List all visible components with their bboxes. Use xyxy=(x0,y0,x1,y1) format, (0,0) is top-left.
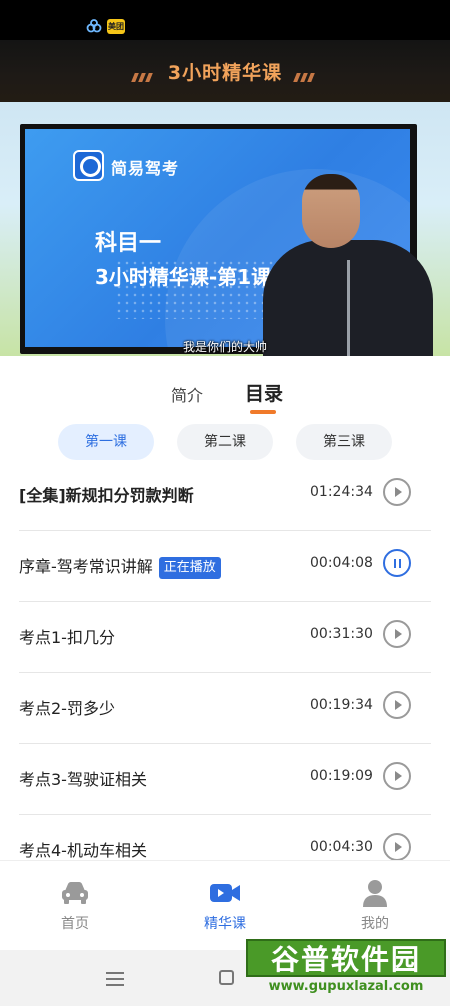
chapter-duration: 00:04:08 xyxy=(310,555,373,571)
lesson-pill-2[interactable]: 第二课 xyxy=(177,424,273,460)
video-player[interactable]: 简易驾考 科目一 3小时精华课-第1课 我是你们的大帅 xyxy=(0,102,450,358)
title-decoration-right xyxy=(293,67,317,82)
chapter-title: [全集]新规扣分罚款判断 xyxy=(19,486,194,505)
baidu-app-icon xyxy=(86,19,102,33)
menu-icon[interactable] xyxy=(106,972,124,986)
home-icon[interactable] xyxy=(219,970,234,985)
active-tab-indicator xyxy=(250,410,276,414)
play-icon[interactable] xyxy=(383,620,411,648)
play-icon[interactable] xyxy=(383,691,411,719)
user-icon xyxy=(363,880,387,907)
lesson-pill-3[interactable]: 第三课 xyxy=(296,424,392,460)
meituan-app-icon: 美团 xyxy=(107,19,125,34)
chapter-title: 考点4-机动车相关 xyxy=(19,841,147,860)
chapter-title-wrap: 序章-驾考常识讲解 正在播放 xyxy=(19,553,221,579)
chapter-duration: 00:04:30 xyxy=(310,839,373,855)
watermark-url: www.gupuxlazal.com xyxy=(268,979,424,994)
chapter-row[interactable]: 考点4-机动车相关 00:04:30 xyxy=(19,815,431,860)
chapter-title: 考点2-罚多少 xyxy=(19,699,115,718)
chapter-row[interactable]: 考点1-扣几分 00:31:30 xyxy=(19,602,431,673)
header: 3小时精华课 xyxy=(0,40,450,102)
chapter-title: 考点3-驾驶证相关 xyxy=(19,770,147,789)
play-icon[interactable] xyxy=(383,478,411,506)
course-content: 简介 目录 第一课 第二课 第三课 [全集]新规扣分罚款判断 01:24:34 … xyxy=(0,362,450,860)
nav-home[interactable]: 首页 xyxy=(0,861,150,951)
page-title: 3小时精华课 xyxy=(167,62,283,84)
status-bar: 美团 xyxy=(0,0,450,40)
chapter-duration: 00:31:30 xyxy=(310,626,373,642)
slide-title-line1: 科目一 xyxy=(95,231,162,256)
pause-icon[interactable] xyxy=(383,549,411,577)
tab-catalog[interactable]: 目录 xyxy=(245,379,283,406)
video-subtitle: 我是你们的大帅 xyxy=(182,340,267,354)
lesson-pill-1[interactable]: 第一课 xyxy=(58,424,154,460)
steering-wheel-logo-icon xyxy=(73,150,104,181)
chapter-row[interactable]: 序章-驾考常识讲解 正在播放 00:04:08 xyxy=(19,531,431,602)
slide-title-line2: 3小时精华课-第1课 xyxy=(95,265,272,289)
tab-intro[interactable]: 简介 xyxy=(171,382,203,406)
nav-profile-label: 我的 xyxy=(361,916,389,932)
chapter-duration: 00:19:34 xyxy=(310,697,373,713)
chapter-row[interactable]: 考点2-罚多少 00:19:34 xyxy=(19,673,431,744)
watermark-title: 谷普软件园 xyxy=(246,939,446,977)
chapter-row[interactable]: 考点3-驾驶证相关 00:19:09 xyxy=(19,744,431,815)
chapter-title: 考点1-扣几分 xyxy=(19,628,115,647)
chapter-duration: 00:19:09 xyxy=(310,768,373,784)
video-camera-icon xyxy=(210,884,240,902)
site-watermark: 谷普软件园 www.gupuxlazal.com xyxy=(246,937,446,999)
presenter-figure xyxy=(263,174,433,358)
chapter-row[interactable]: [全集]新规扣分罚款判断 01:24:34 xyxy=(19,460,431,531)
nav-courses-label: 精华课 xyxy=(204,916,246,932)
car-icon xyxy=(62,882,88,904)
now-playing-badge: 正在播放 xyxy=(158,557,221,579)
chapter-title: 序章-驾考常识讲解 xyxy=(19,557,153,576)
chapter-duration: 01:24:34 xyxy=(310,484,373,500)
play-icon[interactable] xyxy=(383,833,411,860)
play-icon[interactable] xyxy=(383,762,411,790)
slide-brand: 简易驾考 xyxy=(111,159,180,178)
nav-home-label: 首页 xyxy=(61,916,89,932)
